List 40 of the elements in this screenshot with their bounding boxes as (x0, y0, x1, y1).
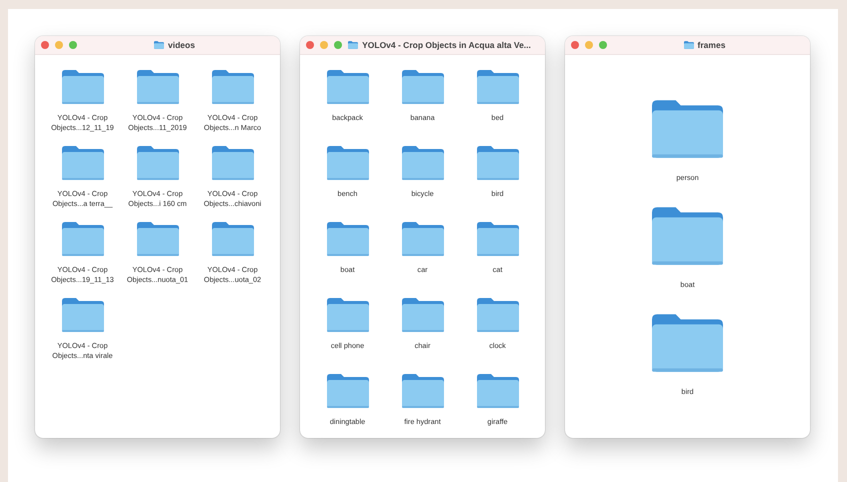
folder-icon[interactable] (62, 146, 104, 180)
window-title: frames (698, 40, 726, 50)
folder-icon (684, 41, 694, 49)
folder-icon[interactable] (62, 70, 104, 104)
folder-icon[interactable] (326, 222, 368, 256)
folder-icon[interactable] (326, 70, 368, 104)
window-title: YOLOv4 - Crop Objects in Acqua alta Ve... (362, 40, 531, 50)
folder-icon[interactable] (62, 298, 104, 332)
folder-icon (154, 41, 164, 49)
folder-icon[interactable] (476, 70, 518, 104)
folder-icon[interactable] (326, 374, 368, 408)
folder-icon[interactable] (476, 298, 518, 332)
folder-icon[interactable] (212, 70, 254, 104)
folder-icon[interactable] (212, 146, 254, 180)
folder-icon[interactable] (476, 146, 518, 180)
folder-icon[interactable] (212, 222, 254, 256)
zoom-button[interactable] (599, 41, 607, 49)
folder-icon[interactable] (326, 298, 368, 332)
folder-icon[interactable] (402, 222, 444, 256)
folder-icon[interactable] (476, 374, 518, 408)
close-button[interactable] (571, 41, 579, 49)
folder-icon[interactable] (136, 146, 178, 180)
folder-icon[interactable] (402, 146, 444, 180)
folder-icon (348, 41, 358, 49)
folder-icon[interactable] (402, 374, 444, 408)
folder-icon[interactable] (136, 70, 178, 104)
zoom-button[interactable] (69, 41, 77, 49)
folder-icon[interactable] (62, 222, 104, 256)
window-title: videos (168, 40, 195, 50)
folder-icon[interactable] (652, 313, 723, 374)
zoom-button[interactable] (334, 41, 342, 49)
close-button[interactable] (306, 41, 314, 49)
folder-icon[interactable] (652, 99, 723, 159)
folder-icon[interactable] (326, 146, 368, 180)
folder-icon[interactable] (652, 206, 723, 266)
folder-icon[interactable] (402, 70, 444, 104)
folder-icon[interactable] (476, 222, 518, 256)
folder-icon[interactable] (136, 222, 178, 256)
close-button[interactable] (41, 41, 49, 49)
folder-icon[interactable] (402, 298, 444, 332)
